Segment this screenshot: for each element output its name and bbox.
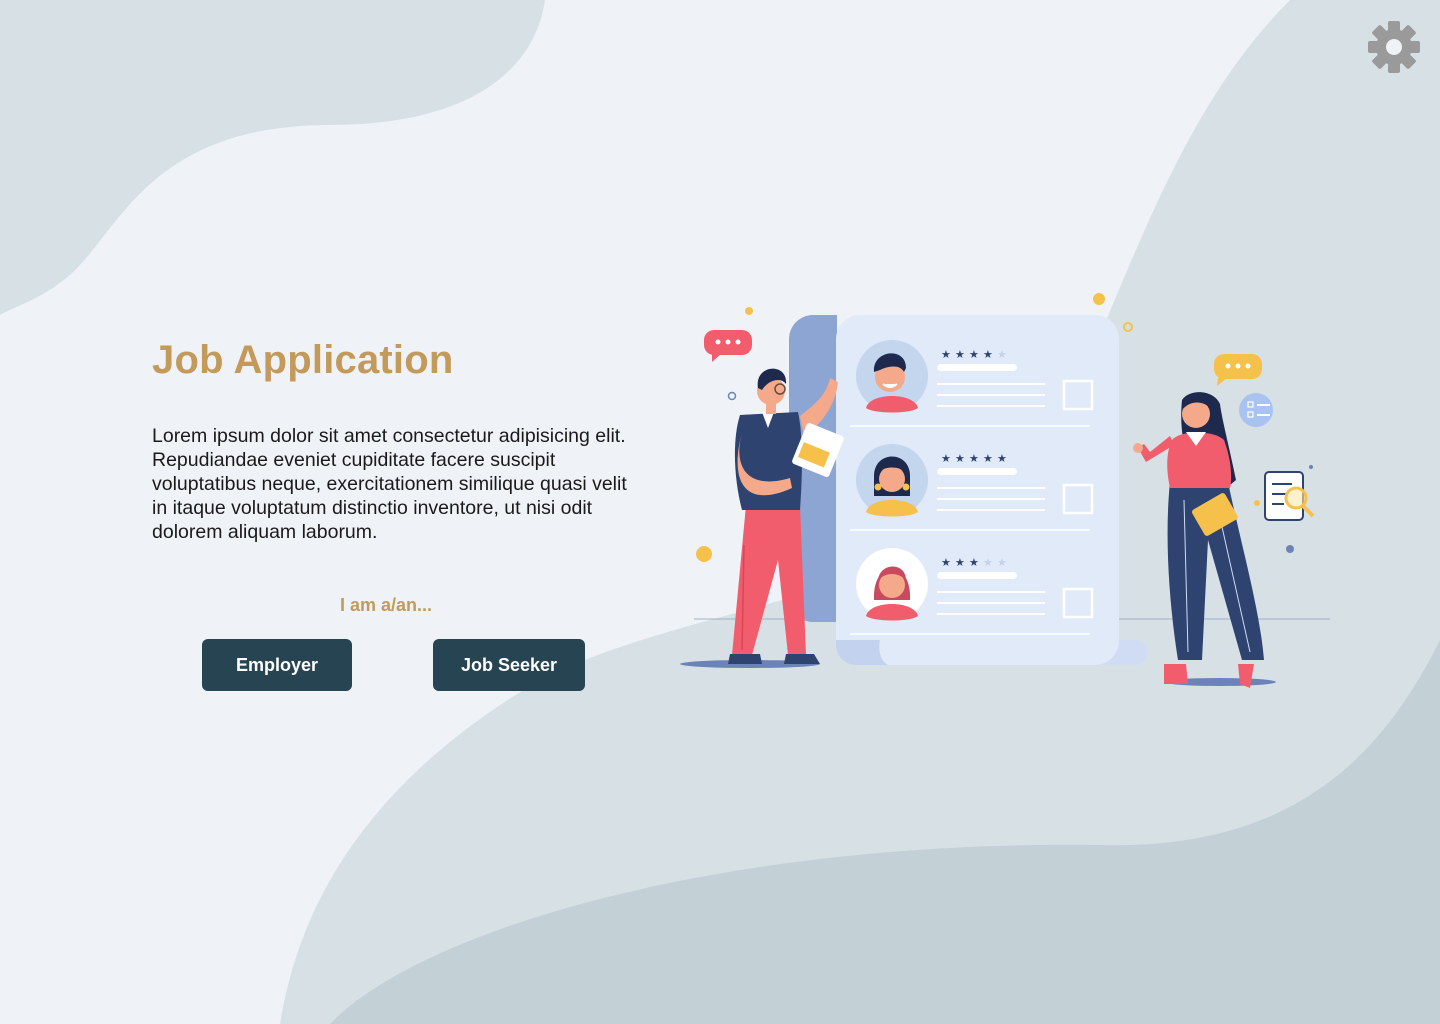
top-left-wave bbox=[0, 0, 545, 315]
svg-text:★: ★ bbox=[997, 348, 1007, 361]
job-seeker-button[interactable]: Job Seeker bbox=[433, 639, 585, 691]
svg-text:★: ★ bbox=[941, 556, 951, 569]
svg-text:★: ★ bbox=[941, 348, 951, 361]
page-description: Lorem ipsum dolor sit amet consectetur a… bbox=[152, 425, 627, 543]
role-prompt: I am a/an... bbox=[339, 595, 433, 615]
svg-text:★: ★ bbox=[969, 556, 979, 569]
svg-text:★: ★ bbox=[969, 452, 979, 465]
svg-text:★: ★ bbox=[983, 348, 993, 361]
chat-bubble-icon bbox=[704, 330, 752, 362]
svg-text:★: ★ bbox=[941, 452, 951, 465]
svg-text:★: ★ bbox=[997, 556, 1007, 569]
employer-button[interactable]: Employer bbox=[202, 639, 352, 691]
chat-bubble-icon bbox=[1214, 354, 1262, 386]
svg-text:★: ★ bbox=[955, 348, 965, 361]
hiring-illustration: ★ ★ ★ ★ ★ ★ ★ ★ ★ ★ ★ ★ ★ ★ ★ bbox=[680, 293, 1330, 688]
svg-text:★: ★ bbox=[969, 348, 979, 361]
gear-icon[interactable] bbox=[1368, 20, 1420, 74]
svg-text:★: ★ bbox=[997, 452, 1007, 465]
woman-figure bbox=[1133, 392, 1276, 688]
svg-text:★: ★ bbox=[955, 556, 965, 569]
page-title: Job Application bbox=[152, 338, 454, 382]
svg-text:★: ★ bbox=[983, 452, 993, 465]
svg-text:★: ★ bbox=[983, 556, 993, 569]
svg-text:★: ★ bbox=[955, 452, 965, 465]
